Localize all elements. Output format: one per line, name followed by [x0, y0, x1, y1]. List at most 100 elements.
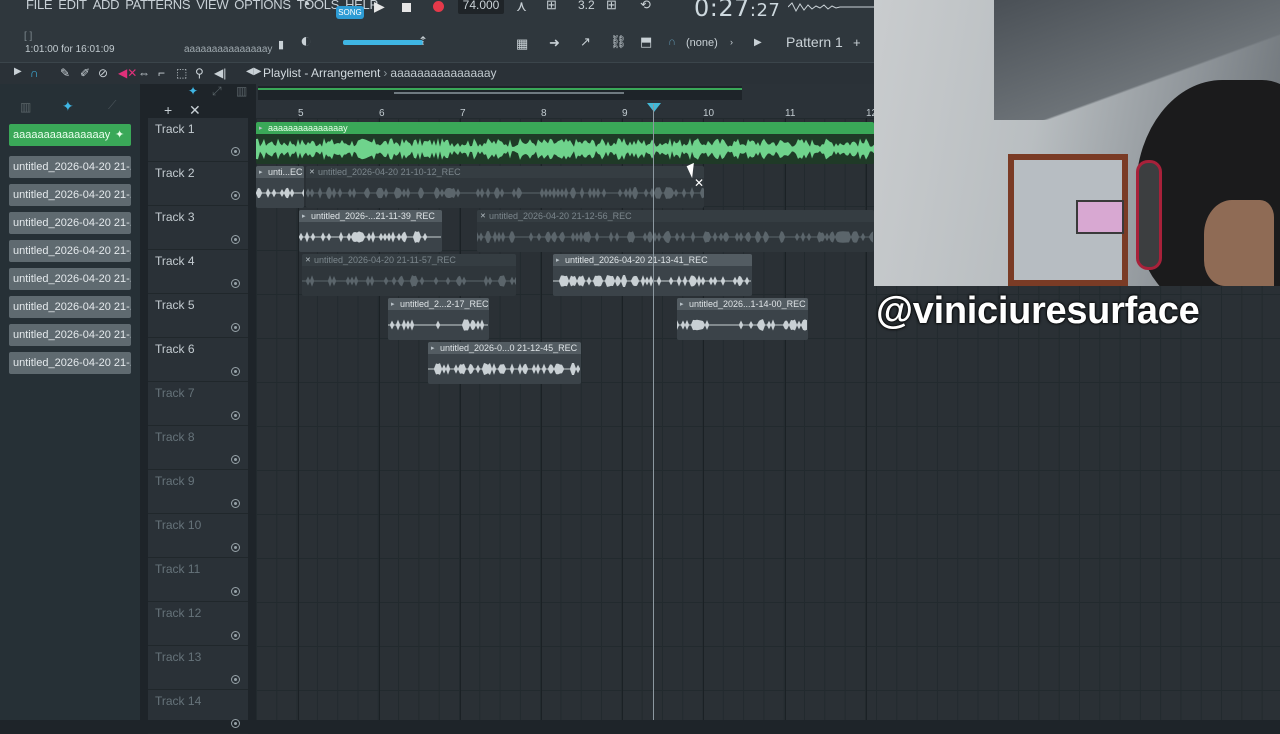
slice-tool-icon[interactable]: ⌐	[158, 66, 165, 80]
picker-automation-icon[interactable]: ⟋	[108, 98, 116, 113]
track-name[interactable]: Track 11	[155, 562, 200, 576]
track-mute-led-icon[interactable]	[231, 191, 240, 200]
track-view-icon[interactable]: ▥	[236, 84, 247, 98]
track-mute-led-icon[interactable]	[231, 279, 240, 288]
playlist-overview-scrollbar[interactable]	[258, 86, 742, 100]
master-pitch-knob[interactable]: ◐	[300, 30, 312, 53]
stop-button[interactable]	[402, 3, 411, 12]
track-mute-led-icon[interactable]	[231, 147, 240, 156]
audio-clip-label[interactable]: untitled_2026-0...0 21-12-45_REC	[428, 342, 581, 354]
picker-pattern-icon[interactable]: ▥	[20, 100, 31, 114]
audio-clip[interactable]: untitled_2026-04-20 21-12-56_REC ✕	[477, 210, 874, 252]
lock-icon[interactable]: ▮	[278, 38, 284, 51]
track-name[interactable]: Track 9	[155, 474, 195, 488]
audio-clip[interactable]: untitled_2026...1-14-00_REC ▸	[677, 298, 808, 340]
track-name[interactable]: Track 12	[155, 606, 201, 620]
magnet-icon[interactable]: ∩	[30, 66, 39, 80]
track-header[interactable]: Track 9	[148, 470, 248, 514]
snap-value[interactable]: 3.2	[578, 0, 595, 12]
track-mute-led-icon[interactable]	[231, 499, 240, 508]
track-header[interactable]: Track 13	[148, 646, 248, 690]
metronome-icon[interactable]: ⋏	[516, 0, 527, 15]
audio-clip[interactable]: aaaaaaaaaaaaaaay ▸	[256, 122, 874, 164]
track-name[interactable]: Track 4	[155, 254, 195, 268]
picker-clip-item[interactable]: untitled_2026-04-20 21-...	[9, 156, 131, 178]
menu-file[interactable]: FILE	[26, 0, 53, 12]
picker-audio-icon[interactable]: ✦	[62, 98, 74, 115]
audio-clip-label[interactable]: unti...EC	[256, 166, 304, 178]
playlist-arrow-icon[interactable]: ◀▶	[246, 66, 261, 77]
track-name[interactable]: Track 10	[155, 518, 201, 532]
track-header[interactable]: Track 3	[148, 206, 248, 250]
overview-view-range[interactable]	[394, 92, 624, 94]
audio-clip-label[interactable]: untitled_2026-...21-11-39_REC	[299, 210, 442, 222]
track-header[interactable]: Track 4	[148, 250, 248, 294]
audio-clip-label[interactable]: untitled_2026-04-20 21-12-56_REC	[477, 210, 874, 222]
track-name[interactable]: Track 3	[155, 210, 195, 224]
track-header[interactable]: Track 6	[148, 338, 248, 382]
link-icon[interactable]: ⛓	[610, 34, 627, 50]
audio-clip[interactable]: untitled_2026-0...0 21-12-45_REC ▸	[428, 342, 581, 384]
pattern-play-icon[interactable]: ▶	[754, 37, 762, 48]
track-name[interactable]: Track 2	[155, 166, 195, 180]
track-mute-led-icon[interactable]	[231, 587, 240, 596]
song-mode-button[interactable]: SONG	[336, 6, 364, 19]
zoom-tool-icon[interactable]: ⚲	[195, 66, 204, 80]
track-mute-led-icon[interactable]	[231, 719, 240, 728]
stamp-icon[interactable]: ⬒	[640, 34, 652, 50]
track-name[interactable]: Track 6	[155, 342, 195, 356]
audio-clip-label[interactable]: untitled_2...2-17_REC	[388, 298, 489, 310]
track-mute-led-icon[interactable]	[231, 455, 240, 464]
track-header[interactable]: Track 7	[148, 382, 248, 426]
channel-selector[interactable]: (none)	[686, 37, 718, 49]
track-name[interactable]: Track 14	[155, 694, 201, 708]
master-slider-handle-icon[interactable]: ⇡	[418, 34, 428, 48]
menu-add[interactable]: ADD	[93, 0, 120, 12]
master-volume-slider[interactable]	[343, 40, 423, 45]
track-name[interactable]: Track 1	[155, 122, 195, 136]
picker-clip-item[interactable]: untitled_2026-04-20 21-...	[9, 268, 131, 290]
track-tools-icon[interactable]: ✦	[188, 84, 198, 98]
playlist-grid-extension[interactable]	[874, 286, 1280, 720]
track-mute-led-icon[interactable]	[231, 235, 240, 244]
picker-clip-item[interactable]: untitled_2026-04-20 21-...	[9, 352, 131, 374]
delete-tool-icon[interactable]: ⊘	[98, 66, 108, 80]
playhead-marker[interactable]	[647, 103, 661, 112]
track-mute-led-icon[interactable]	[231, 543, 240, 552]
pattern-add-icon[interactable]: ⊞	[606, 0, 617, 13]
audio-clip[interactable]: untitled_2...2-17_REC ▸	[388, 298, 489, 340]
picker-clip-item[interactable]: aaaaaaaaaaaaaaay	[9, 124, 131, 146]
picker-clip-item[interactable]: untitled_2026-04-20 21-...	[9, 184, 131, 206]
track-mute-led-icon[interactable]	[231, 323, 240, 332]
loop-record-icon[interactable]: ⟲	[640, 0, 651, 13]
remove-track-icon[interactable]: ✕	[189, 102, 201, 119]
track-header[interactable]: Track 2	[148, 162, 248, 206]
track-mute-led-icon[interactable]	[231, 631, 240, 640]
track-name[interactable]: Track 8	[155, 430, 195, 444]
menu-view[interactable]: VIEW	[196, 0, 228, 12]
select-tool-icon[interactable]: ⬚	[176, 66, 187, 80]
audio-clip[interactable]: untitled_2026-...21-11-39_REC ▸	[299, 210, 442, 252]
draw-tool-icon[interactable]: ✎	[60, 66, 70, 80]
piano-roll-icon[interactable]: ▦	[516, 36, 528, 52]
menu-options[interactable]: OPTIONS	[234, 0, 291, 12]
picker-clip-item[interactable]: untitled_2026-04-20 21-...	[9, 324, 131, 346]
arrow-right-icon[interactable]: ➜	[549, 35, 560, 51]
track-mute-led-icon[interactable]	[231, 675, 240, 684]
track-expand-icon[interactable]: ⤢	[212, 84, 222, 99]
audio-clip-label[interactable]: untitled_2026-04-20 21-11-57_REC	[302, 254, 516, 266]
picker-clip-item[interactable]: untitled_2026-04-20 21-...	[9, 240, 131, 262]
track-header[interactable]: Track 5	[148, 294, 248, 338]
track-name[interactable]: Track 13	[155, 650, 201, 664]
menu-patterns[interactable]: PATTERNS	[125, 0, 190, 12]
audio-clip-label[interactable]: untitled_2026-04-20 21-10-12_REC	[306, 166, 704, 178]
mute-tool-icon[interactable]: ◀✕	[118, 66, 137, 80]
plugin-icon[interactable]: ↗	[580, 34, 591, 50]
track-mute-led-icon[interactable]	[231, 367, 240, 376]
track-header[interactable]: Track 12	[148, 602, 248, 646]
track-header[interactable]: Track 14	[148, 690, 248, 734]
playback-tool-icon[interactable]: ◀|	[214, 66, 226, 80]
audio-clip-label[interactable]: aaaaaaaaaaaaaaay	[256, 122, 874, 134]
audio-clip[interactable]: unti...EC ▸	[256, 166, 304, 208]
add-pattern-button[interactable]: +	[853, 35, 861, 50]
